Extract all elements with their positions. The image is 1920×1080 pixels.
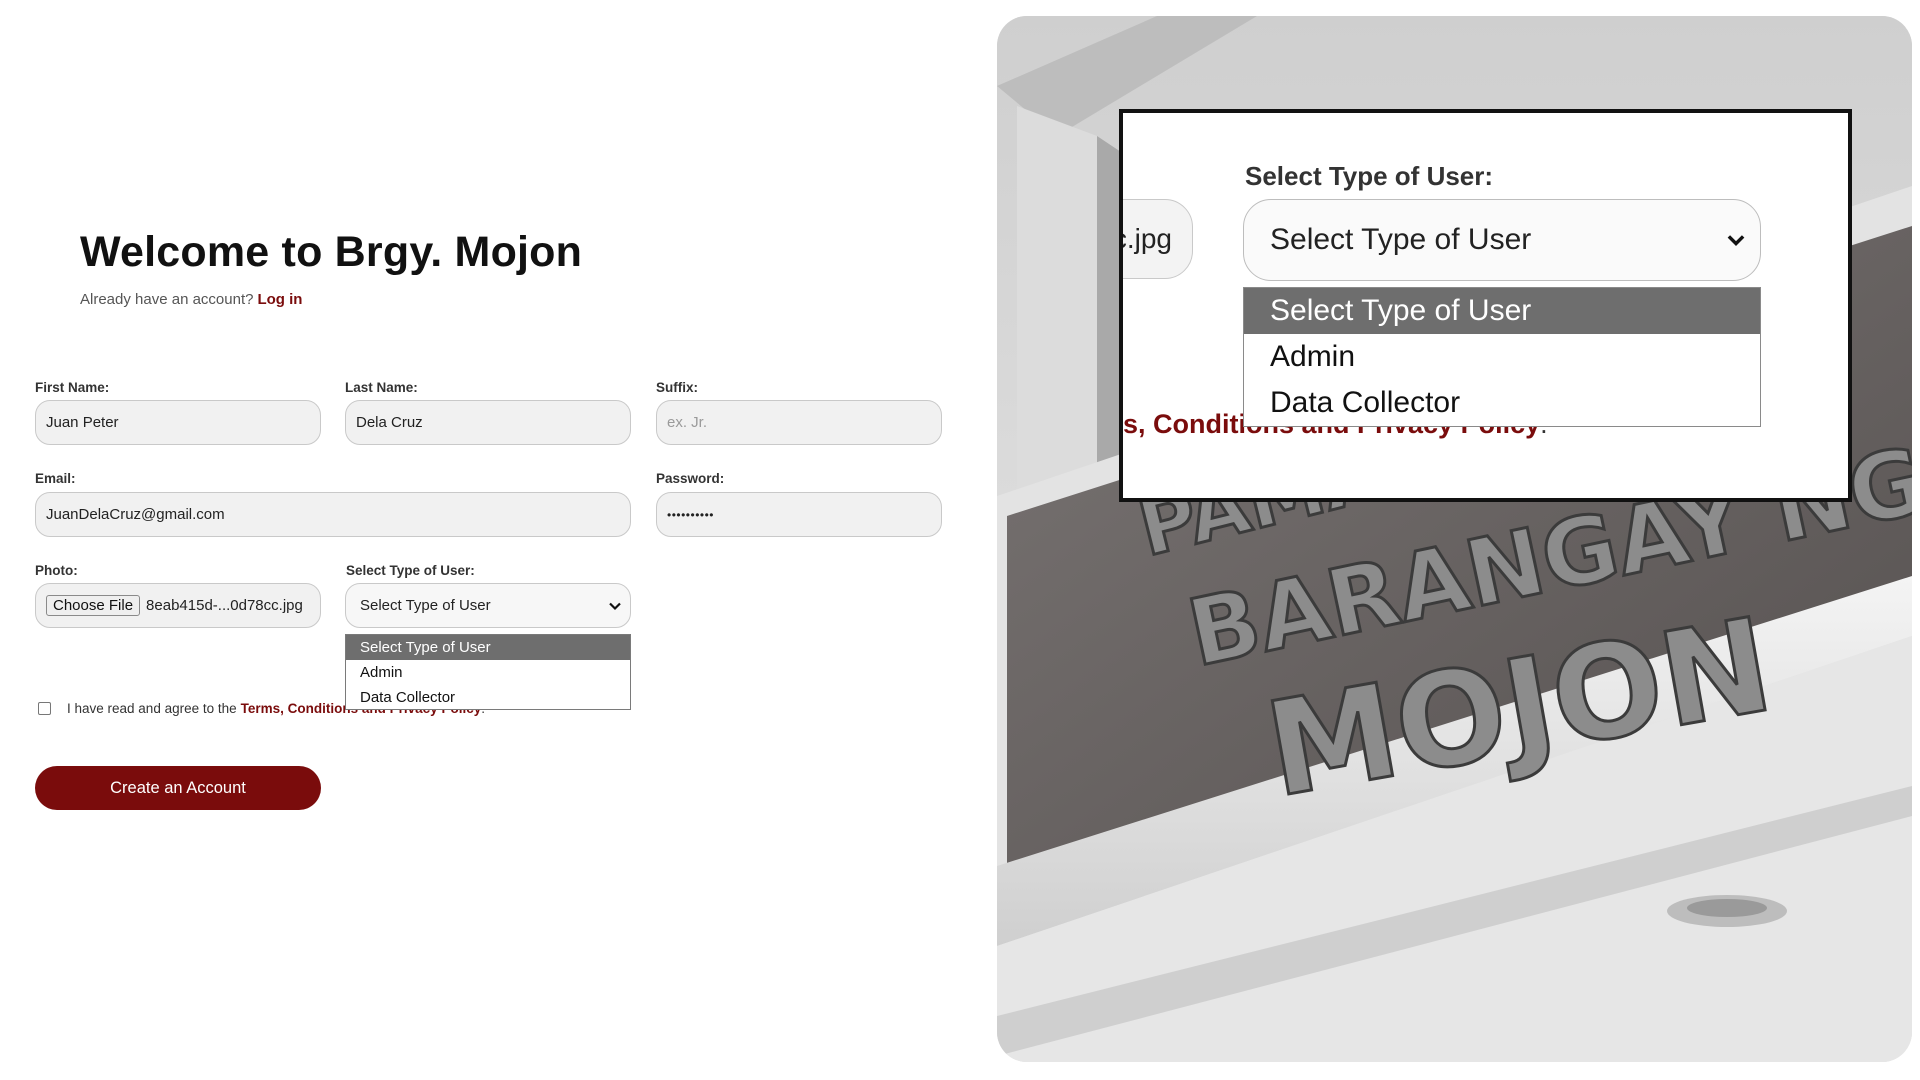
zoom-user-type-select: Select Type of User bbox=[1243, 199, 1761, 281]
login-link[interactable]: Log in bbox=[257, 291, 302, 308]
user-type-label: Select Type of User: bbox=[346, 563, 475, 578]
last-name-label: Last Name: bbox=[345, 380, 418, 395]
first-name-label: First Name: bbox=[35, 380, 110, 395]
zoom-user-type-label: Select Type of User: bbox=[1245, 161, 1494, 191]
user-type-option[interactable]: Data Collector bbox=[346, 685, 630, 710]
page-title: Welcome to Brgy. Mojon bbox=[80, 228, 583, 276]
agreement-checkbox[interactable] bbox=[38, 702, 51, 715]
user-type-option[interactable]: Admin bbox=[346, 660, 630, 685]
user-type-selected: Select Type of User bbox=[360, 597, 491, 614]
password-input[interactable]: •••••••••• bbox=[656, 492, 942, 537]
zoom-user-type-option: Data Collector bbox=[1270, 386, 1461, 419]
zoom-user-type-selected: Select Type of User bbox=[1270, 223, 1532, 256]
create-account-button[interactable]: Create an Account bbox=[35, 766, 321, 810]
photo-label: Photo: bbox=[35, 563, 78, 578]
user-type-dropdown: Select Type of User Admin Data Collector bbox=[345, 634, 631, 710]
photo-file-input[interactable]: Choose File 8eab415d-...0d78cc.jpg bbox=[35, 583, 321, 628]
choose-file-button[interactable]: Choose File bbox=[46, 595, 141, 616]
chevron-down-icon bbox=[609, 602, 621, 610]
login-prompt: Already have an account? Log in bbox=[80, 291, 582, 308]
user-type-select[interactable]: Select Type of User bbox=[345, 583, 631, 628]
first-name-input[interactable]: Juan Peter bbox=[35, 400, 321, 445]
suffix-label: Suffix: bbox=[656, 380, 698, 395]
suffix-input[interactable]: ex. Jr. bbox=[656, 400, 942, 445]
last-name-input[interactable]: Dela Cruz bbox=[345, 400, 631, 445]
login-prompt-text: Already have an account? bbox=[80, 291, 254, 308]
zoom-inset: c.jpg Select Type of User: Select Type o… bbox=[1119, 109, 1852, 502]
page-header: Welcome to Brgy. Mojon Already have an a… bbox=[80, 228, 582, 308]
zoom-user-type-dropdown: Select Type of User Admin Data Collector bbox=[1243, 287, 1761, 427]
photo-file-name: 8eab415d-...0d78cc.jpg bbox=[146, 597, 303, 614]
email-input[interactable]: JuanDelaCruz@gmail.com bbox=[35, 492, 631, 537]
user-type-option[interactable]: Select Type of User bbox=[346, 635, 630, 660]
email-label: Email: bbox=[35, 471, 76, 486]
zoom-file-fragment: c.jpg bbox=[1123, 199, 1193, 279]
zoom-user-type-option: Select Type of User bbox=[1244, 288, 1760, 334]
zoom-user-type-option: Admin bbox=[1270, 340, 1356, 373]
password-label: Password: bbox=[656, 471, 725, 486]
agreement-text: I have read and agree to the bbox=[67, 701, 237, 716]
chevron-down-icon bbox=[1727, 235, 1745, 246]
